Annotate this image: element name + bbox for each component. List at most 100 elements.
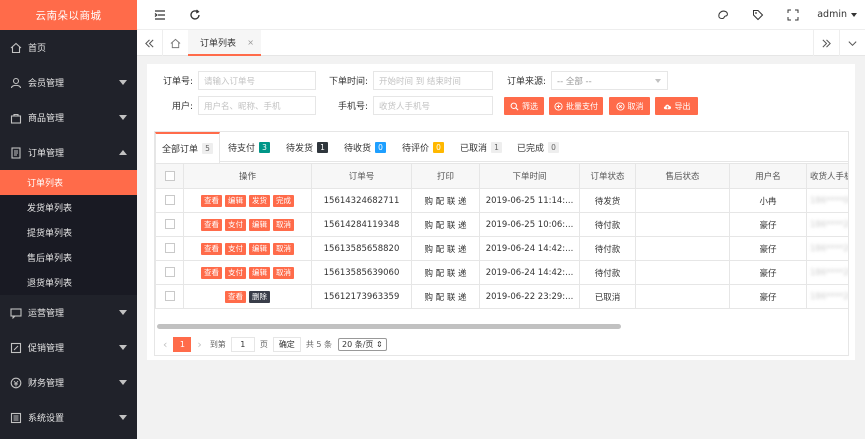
source-select[interactable]: -- 全部 -- <box>551 71 668 90</box>
sidebar-item-promotion[interactable]: 促销管理 <box>0 330 137 365</box>
order-time-cell: 2019-06-25 10:06:... <box>479 212 580 237</box>
horizontal-scrollbar[interactable] <box>157 324 621 329</box>
row-action-button[interactable]: 发货 <box>249 194 270 207</box>
row-action-button[interactable]: 查看 <box>201 194 222 207</box>
user-menu[interactable]: admin <box>817 9 857 20</box>
page-size-select[interactable]: 20 条/页 ⇕ <box>338 337 387 351</box>
row-select-cell[interactable] <box>155 188 184 213</box>
user-input[interactable]: 用户名、昵称、手机 <box>198 96 316 115</box>
row-action-button[interactable]: 查看 <box>201 266 222 279</box>
bag-icon <box>10 112 22 124</box>
user-label: 用户: <box>171 102 193 112</box>
submenu-order-list[interactable]: 订单列表 <box>0 170 137 195</box>
username-label: admin <box>817 9 847 20</box>
row-action-button[interactable]: 查看 <box>225 290 246 303</box>
row-checkbox[interactable] <box>164 195 175 206</box>
tab-pending-review[interactable]: 待评价 0 <box>402 132 445 162</box>
select-all-cell[interactable] <box>155 163 184 189</box>
tab-pending-shipment[interactable]: 待发货 1 <box>286 132 329 162</box>
row-checkbox[interactable] <box>164 243 175 254</box>
tab-pending-receipt[interactable]: 待收货 0 <box>344 132 387 162</box>
refresh-icon[interactable] <box>189 9 201 21</box>
print-cell[interactable]: 购 配 联 递 <box>411 188 480 213</box>
order-time-cell: 2019-06-24 14:42:... <box>479 260 580 285</box>
tabs-scroll-right-icon[interactable] <box>813 30 839 56</box>
fullscreen-icon[interactable] <box>787 9 799 21</box>
submenu-shipping-list[interactable]: 发货单列表 <box>0 195 137 220</box>
sidebar-item-orders[interactable]: 订单管理 <box>0 135 137 170</box>
submenu-aftersale-list[interactable]: 售后单列表 <box>0 245 137 270</box>
submenu-return-list[interactable]: 退货单列表 <box>0 270 137 295</box>
print-cell[interactable]: 购 配 联 递 <box>411 260 480 285</box>
filter-button[interactable]: 筛选 <box>504 97 544 115</box>
sidebar-item-settings[interactable]: 系统设置 <box>0 400 137 435</box>
chevron-down-icon <box>119 115 127 120</box>
phone-label: 手机号: <box>337 102 368 112</box>
goto-confirm-button[interactable]: 确定 <box>272 336 301 352</box>
username-cell: 豪仔 <box>729 236 807 261</box>
submenu-pickup-list[interactable]: 提货单列表 <box>0 220 137 245</box>
column-header: 操作 <box>183 163 312 189</box>
cancel-button[interactable]: 取消 <box>609 97 650 115</box>
batch-pay-button[interactable]: 批量支付 <box>549 97 603 115</box>
tabs-scroll-left-icon[interactable] <box>137 30 163 56</box>
row-action-button[interactable]: 取消 <box>273 242 294 255</box>
phone-input[interactable]: 收货人手机号 <box>373 96 493 115</box>
column-header: 用户名 <box>729 163 807 189</box>
print-cell[interactable]: 购 配 联 递 <box>411 284 480 309</box>
row-checkbox[interactable] <box>164 291 175 302</box>
row-action-button[interactable]: 查看 <box>201 218 222 231</box>
next-page-icon[interactable]: › <box>197 338 201 351</box>
theme-icon[interactable] <box>717 9 729 21</box>
sidebar-item-operations[interactable]: 运营管理 <box>0 295 137 330</box>
row-select-cell[interactable] <box>155 260 184 285</box>
tab-pending-payment[interactable]: 待支付 3 <box>228 132 271 162</box>
sidebar-item-label: 会员管理 <box>28 79 65 89</box>
row-action-button[interactable]: 支付 <box>225 242 246 255</box>
goto-label: 到第 <box>209 339 226 349</box>
row-action-button[interactable]: 编辑 <box>249 266 270 279</box>
tabs-dropdown-icon[interactable] <box>839 30 865 56</box>
print-cell[interactable]: 购 配 联 递 <box>411 212 480 237</box>
menu-toggle-icon[interactable] <box>154 9 166 21</box>
row-action-button[interactable]: 编辑 <box>225 194 246 207</box>
row-action-button[interactable]: 支付 <box>225 266 246 279</box>
order-status-tabs: 全部订单 5 待支付 3 待发货 1 待收货 0 待评价 0 已取消 1 已完成 0 <box>155 132 848 163</box>
print-cell[interactable]: 购 配 联 递 <box>411 236 480 261</box>
row-select-cell[interactable] <box>155 236 184 261</box>
sidebar-item-members[interactable]: 会员管理 <box>0 65 137 100</box>
time-range-input[interactable]: 开始时间 到 结束时间 <box>373 71 493 90</box>
page-unit-label: 页 <box>259 339 268 349</box>
row-action-button[interactable]: 编辑 <box>249 218 270 231</box>
row-action-button[interactable]: 完成 <box>273 194 294 207</box>
goto-page-input[interactable]: 1 <box>230 336 255 352</box>
tab-completed[interactable]: 已完成 0 <box>517 132 560 162</box>
row-checkbox[interactable] <box>164 219 175 230</box>
row-action-button[interactable]: 编辑 <box>249 242 270 255</box>
home-tab-icon[interactable] <box>163 30 189 56</box>
tag-icon[interactable] <box>752 9 764 21</box>
export-button[interactable]: 导出 <box>655 97 698 115</box>
order-submenu: 订单列表 发货单列表 提货单列表 售后单列表 退货单列表 <box>0 170 137 295</box>
sidebar-item-home[interactable]: 首页 <box>0 30 137 65</box>
row-action-button[interactable]: 取消 <box>273 266 294 279</box>
tab-cancelled[interactable]: 已取消 1 <box>460 132 503 162</box>
close-icon[interactable]: × <box>247 38 254 47</box>
prev-page-icon[interactable]: ‹ <box>163 338 167 351</box>
sidebar-item-products[interactable]: 商品管理 <box>0 100 137 135</box>
select-all-checkbox[interactable] <box>164 170 175 181</box>
row-select-cell[interactable] <box>155 284 184 309</box>
row-checkbox[interactable] <box>164 267 175 278</box>
sidebar-item-label: 首页 <box>28 44 47 54</box>
row-action-button[interactable]: 取消 <box>273 218 294 231</box>
order-no-input[interactable]: 请输入订单号 <box>198 71 316 90</box>
tab-all-orders[interactable]: 全部订单 5 <box>155 132 221 163</box>
count-badge: 1 <box>317 141 329 153</box>
page-number[interactable]: 1 <box>173 336 192 352</box>
sidebar-item-finance[interactable]: 财务管理 <box>0 365 137 400</box>
row-action-button[interactable]: 支付 <box>225 218 246 231</box>
row-select-cell[interactable] <box>155 212 184 237</box>
row-action-button[interactable]: 删除 <box>249 290 270 303</box>
tab-order-list[interactable]: 订单列表 × <box>188 30 261 56</box>
row-action-button[interactable]: 查看 <box>201 242 222 255</box>
